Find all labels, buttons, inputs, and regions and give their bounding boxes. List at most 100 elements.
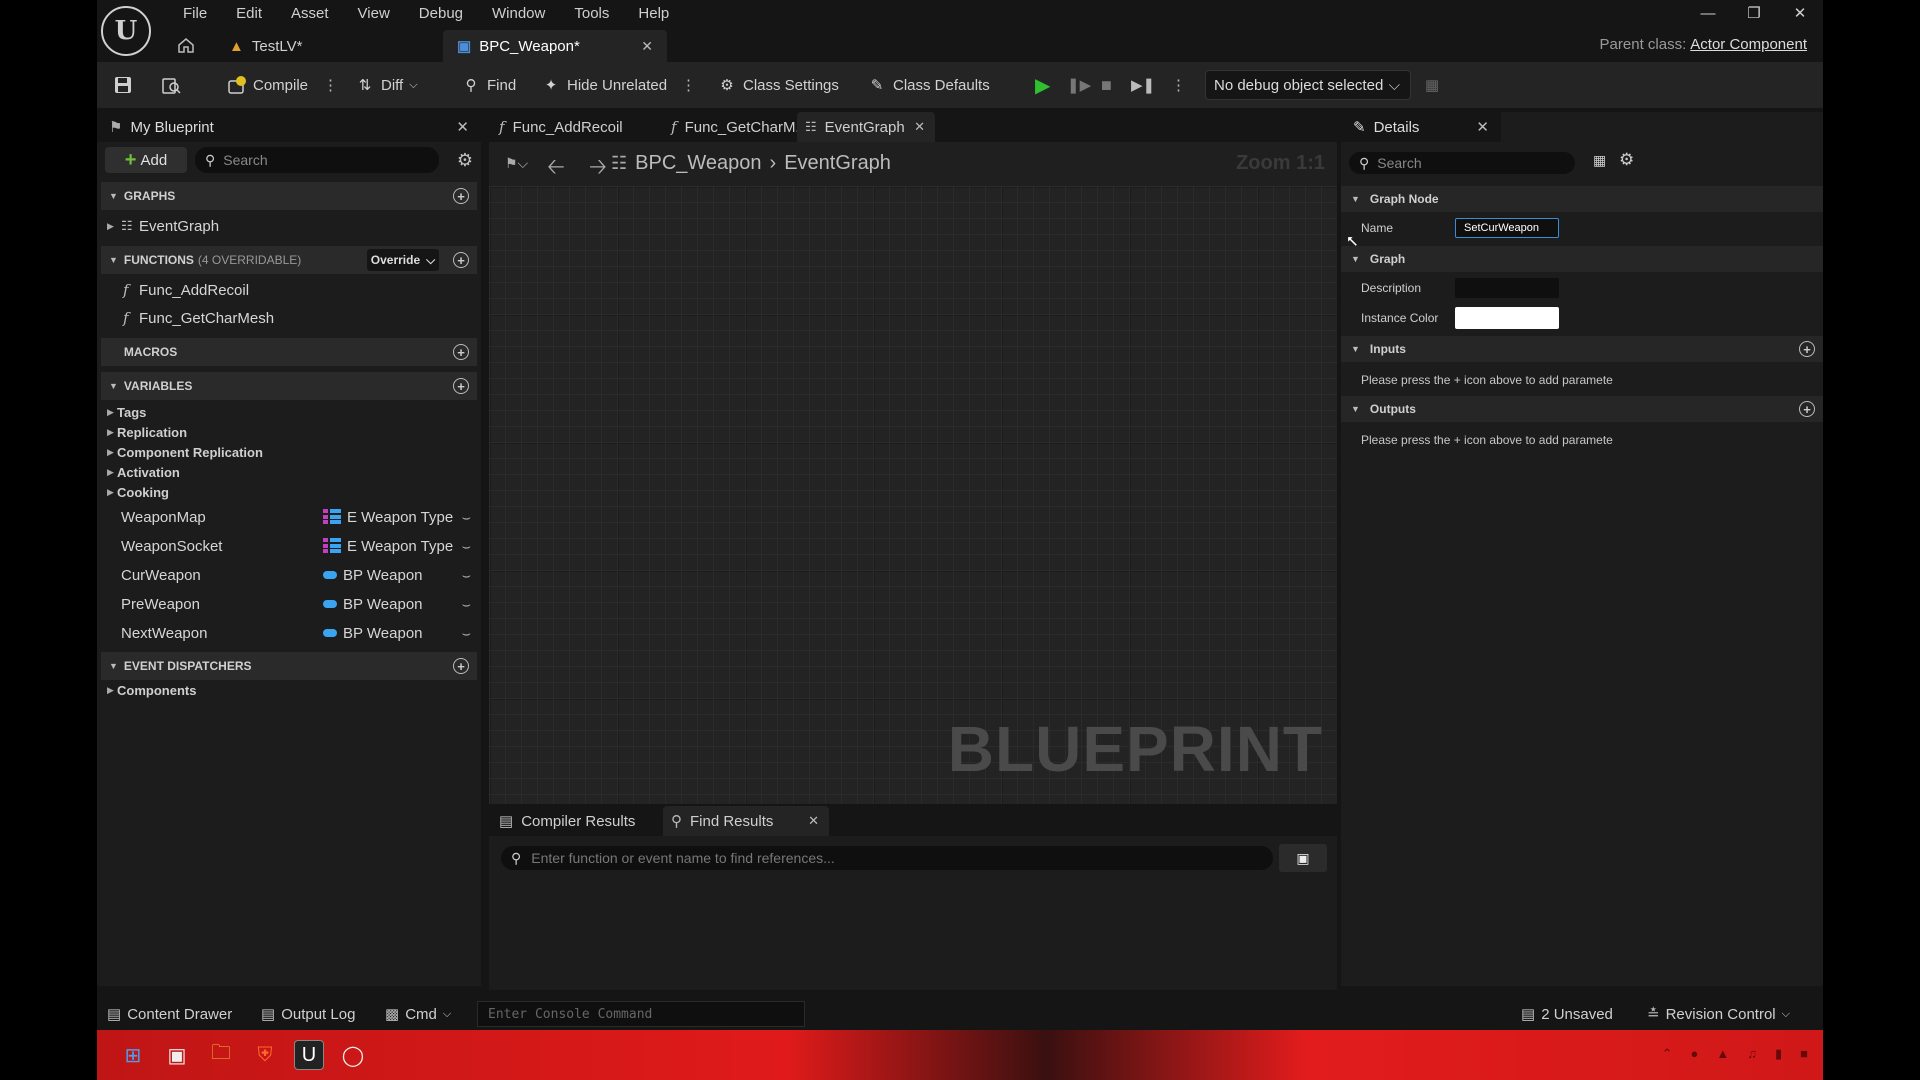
- close-icon[interactable]: ✕: [1476, 118, 1489, 136]
- variable-category[interactable]: ▶ Activation: [97, 462, 481, 482]
- add-function-icon[interactable]: +: [453, 252, 469, 268]
- minimize-icon[interactable]: —: [1685, 0, 1731, 26]
- variable-type[interactable]: BP Weapon: [323, 567, 423, 584]
- diff-button[interactable]: ⇅ Diff ⌵: [355, 62, 418, 108]
- menu-window[interactable]: Window: [478, 4, 560, 24]
- play-button[interactable]: ▶: [1035, 62, 1050, 108]
- menu-tools[interactable]: Tools: [560, 4, 624, 24]
- graph-node-section-header[interactable]: ▼ Graph Node: [1341, 186, 1823, 212]
- close-icon[interactable]: ✕: [641, 38, 653, 55]
- visibility-eye-icon[interactable]: ⌣: [462, 509, 471, 526]
- gear-icon[interactable]: ⚙: [457, 150, 473, 171]
- parent-class-link[interactable]: Actor Component: [1690, 36, 1807, 53]
- add-graph-icon[interactable]: +: [453, 188, 469, 204]
- details-search-input[interactable]: ⚲ Search: [1349, 152, 1575, 174]
- restore-icon[interactable]: ❐: [1731, 0, 1777, 26]
- inputs-section-header[interactable]: ▼ Inputs +: [1341, 336, 1823, 362]
- variable-category[interactable]: ▶ Components: [97, 680, 481, 700]
- bookmark-icon[interactable]: ⚑⌵: [505, 155, 528, 172]
- tray-volume-icon[interactable]: ♫: [1747, 1046, 1757, 1062]
- close-icon[interactable]: ✕: [456, 118, 469, 136]
- brave-browser-icon[interactable]: ⛨: [250, 1040, 280, 1070]
- variable-type[interactable]: E Weapon Type: [323, 538, 453, 555]
- my-blueprint-search-input[interactable]: ⚲ Search: [195, 147, 439, 173]
- task-view-icon[interactable]: ▣: [162, 1040, 192, 1070]
- my-blueprint-tab[interactable]: ⚑ My Blueprint ✕: [97, 112, 481, 142]
- menu-edit[interactable]: Edit: [222, 4, 277, 24]
- compile-button[interactable]: Compile: [227, 62, 308, 108]
- tray-network-icon[interactable]: ▲: [1716, 1046, 1729, 1062]
- graph-item-eventgraph[interactable]: ▶ ☷ EventGraph: [97, 214, 481, 238]
- visibility-eye-icon[interactable]: ⌣: [462, 596, 471, 613]
- file-explorer-icon[interactable]: 🗀: [206, 1040, 236, 1070]
- forward-arrow-icon[interactable]: 🡢: [589, 150, 607, 188]
- tab-blueprint[interactable]: ▣ BPC_Weapon* ✕: [443, 30, 667, 62]
- tab-eventgraph[interactable]: ☷ EventGraph ✕: [797, 112, 935, 142]
- tab-func-getcharmesh[interactable]: f Func_GetCharM...: [671, 112, 808, 142]
- add-output-icon[interactable]: +: [1799, 401, 1815, 417]
- tray-chevron-icon[interactable]: ⌃: [1662, 1046, 1673, 1062]
- tab-func-addrecoil[interactable]: f Func_AddRecoil: [499, 112, 623, 142]
- obs-icon[interactable]: ◯: [338, 1040, 368, 1070]
- step-button[interactable]: ❚▶: [1067, 62, 1091, 108]
- content-drawer-button[interactable]: ▤ Content Drawer: [107, 998, 232, 1030]
- stop-button[interactable]: ■: [1101, 62, 1112, 108]
- hide-unrelated-button[interactable]: ✦ Hide Unrelated: [541, 62, 667, 108]
- add-macro-icon[interactable]: +: [453, 344, 469, 360]
- windows-start-icon[interactable]: ⊞: [118, 1040, 148, 1070]
- revision-control-button[interactable]: ≛ Revision Control ⌵: [1647, 998, 1790, 1030]
- breadcrumb-leaf[interactable]: EventGraph: [784, 152, 891, 175]
- outputs-section-header[interactable]: ▼ Outputs +: [1341, 396, 1823, 422]
- event-dispatchers-section-header[interactable]: ▼ EVENT DISPATCHERS +: [101, 652, 477, 680]
- output-log-button[interactable]: ▤ Output Log: [261, 998, 355, 1030]
- table-view-icon[interactable]: ▦: [1593, 152, 1606, 169]
- home-icon[interactable]: [177, 36, 195, 54]
- console-command-input[interactable]: Enter Console Command: [477, 1001, 805, 1027]
- variable-type[interactable]: BP Weapon: [323, 625, 423, 642]
- tray-app-icon[interactable]: ●: [1691, 1046, 1699, 1062]
- details-tab[interactable]: ✎ Details ✕: [1341, 112, 1501, 142]
- visibility-eye-icon[interactable]: ⌣: [462, 625, 471, 642]
- find-references-input[interactable]: ⚲ Enter function or event name to find r…: [501, 846, 1273, 870]
- browse-button[interactable]: [161, 62, 181, 108]
- class-defaults-button[interactable]: ✎ Class Defaults: [867, 62, 990, 108]
- variable-type[interactable]: E Weapon Type: [323, 509, 453, 526]
- unreal-engine-taskbar-icon[interactable]: U: [294, 1040, 324, 1070]
- close-window-icon[interactable]: ✕: [1777, 0, 1823, 26]
- unsaved-button[interactable]: ▤ 2 Unsaved: [1521, 998, 1613, 1030]
- menu-view[interactable]: View: [344, 4, 405, 24]
- functions-section-header[interactable]: ▼ FUNCTIONS (4 OVERRIDABLE) Override ⌵ +: [101, 246, 477, 274]
- tab-compiler-results[interactable]: ▤ Compiler Results: [499, 806, 635, 836]
- function-item[interactable]: f Func_AddRecoil: [97, 278, 481, 302]
- eject-button[interactable]: ▶❚: [1131, 62, 1155, 108]
- find-button[interactable]: ⚲ Find: [461, 62, 517, 108]
- name-field[interactable]: SetCurWeapon: [1455, 218, 1559, 238]
- override-dropdown[interactable]: Override ⌵: [367, 249, 439, 271]
- graph-section-header[interactable]: ▼ Graph: [1341, 246, 1823, 272]
- visibility-eye-icon[interactable]: ⌣: [462, 538, 471, 555]
- binoculars-button[interactable]: ▣: [1279, 844, 1327, 872]
- variable-category[interactable]: ▶ Component Replication: [97, 442, 481, 462]
- menu-file[interactable]: File: [169, 4, 222, 24]
- debug-filter-button[interactable]: ▦: [1425, 62, 1439, 108]
- close-icon[interactable]: ✕: [914, 119, 925, 135]
- breadcrumb-root[interactable]: BPC_Weapon: [635, 152, 761, 175]
- tray-battery-icon[interactable]: ▮: [1775, 1046, 1782, 1062]
- add-variable-icon[interactable]: +: [453, 378, 469, 394]
- add-input-icon[interactable]: +: [1799, 341, 1815, 357]
- close-icon[interactable]: ✕: [808, 813, 819, 829]
- variable-category[interactable]: ▶ Cooking: [97, 482, 481, 502]
- variable-type[interactable]: BP Weapon: [323, 596, 423, 613]
- tab-find-results[interactable]: ⚲ Find Results ✕: [663, 806, 829, 836]
- compile-options-icon[interactable]: ⋮: [323, 62, 338, 108]
- menu-help[interactable]: Help: [624, 4, 684, 24]
- add-button[interactable]: + Add: [105, 147, 187, 173]
- expand-triangle-icon[interactable]: ▶: [107, 221, 114, 232]
- variables-section-header[interactable]: ▼ VARIABLES +: [101, 372, 477, 400]
- tray-notification-icon[interactable]: ■: [1800, 1046, 1808, 1062]
- graphs-section-header[interactable]: ▼ GRAPHS +: [101, 182, 477, 210]
- variable-row[interactable]: WeaponMap E Weapon Type ⌣: [97, 505, 481, 529]
- back-arrow-icon[interactable]: 🡠: [547, 150, 565, 188]
- visibility-eye-icon[interactable]: ⌣: [462, 567, 471, 584]
- variable-row[interactable]: CurWeapon BP Weapon ⌣: [97, 563, 481, 587]
